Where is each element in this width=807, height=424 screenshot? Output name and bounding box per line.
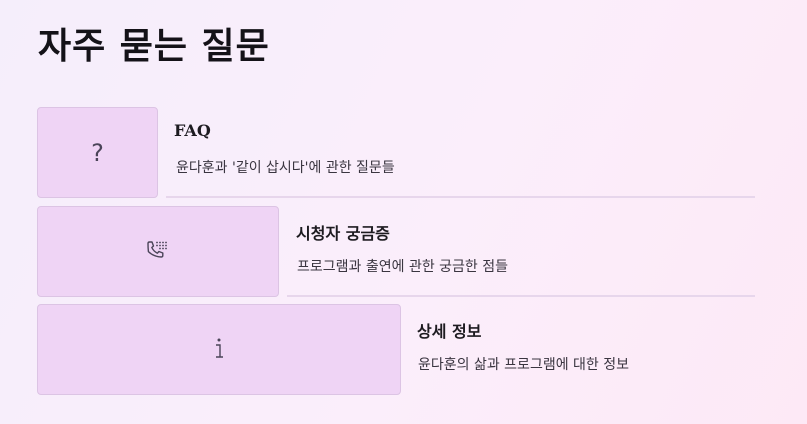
faq-item-faq[interactable]: ? FAQ 윤다훈과 '같이 삽시다'에 관한 질문들	[37, 107, 755, 198]
faq-item-description: 윤다훈의 삶과 프로그램에 대한 정보	[418, 357, 629, 373]
faq-item-title: 상세 정보	[417, 322, 482, 341]
faq-item-tile[interactable]	[37, 304, 401, 395]
info-icon	[212, 336, 226, 364]
faq-item-tile[interactable]: ?	[37, 107, 158, 198]
question-mark-icon: ?	[91, 138, 104, 167]
dialpad-phone-icon	[145, 239, 171, 265]
faq-item-title: 시청자 궁금증	[296, 224, 390, 243]
page-title: 자주 묻는 질문	[38, 26, 270, 67]
faq-item-title: FAQ	[174, 121, 211, 140]
divider	[287, 295, 755, 297]
faq-item-details[interactable]: 상세 정보 윤다훈의 삶과 프로그램에 대한 정보	[37, 304, 755, 395]
faq-item-viewer-questions[interactable]: 시청자 궁금증 프로그램과 출연에 관한 궁금한 점들	[37, 206, 755, 297]
faq-item-tile[interactable]	[37, 206, 279, 297]
divider	[166, 196, 755, 198]
faq-item-description: 프로그램과 출연에 관한 궁금한 점들	[297, 259, 508, 275]
faq-item-description: 윤다훈과 '같이 삽시다'에 관한 질문들	[176, 160, 395, 176]
